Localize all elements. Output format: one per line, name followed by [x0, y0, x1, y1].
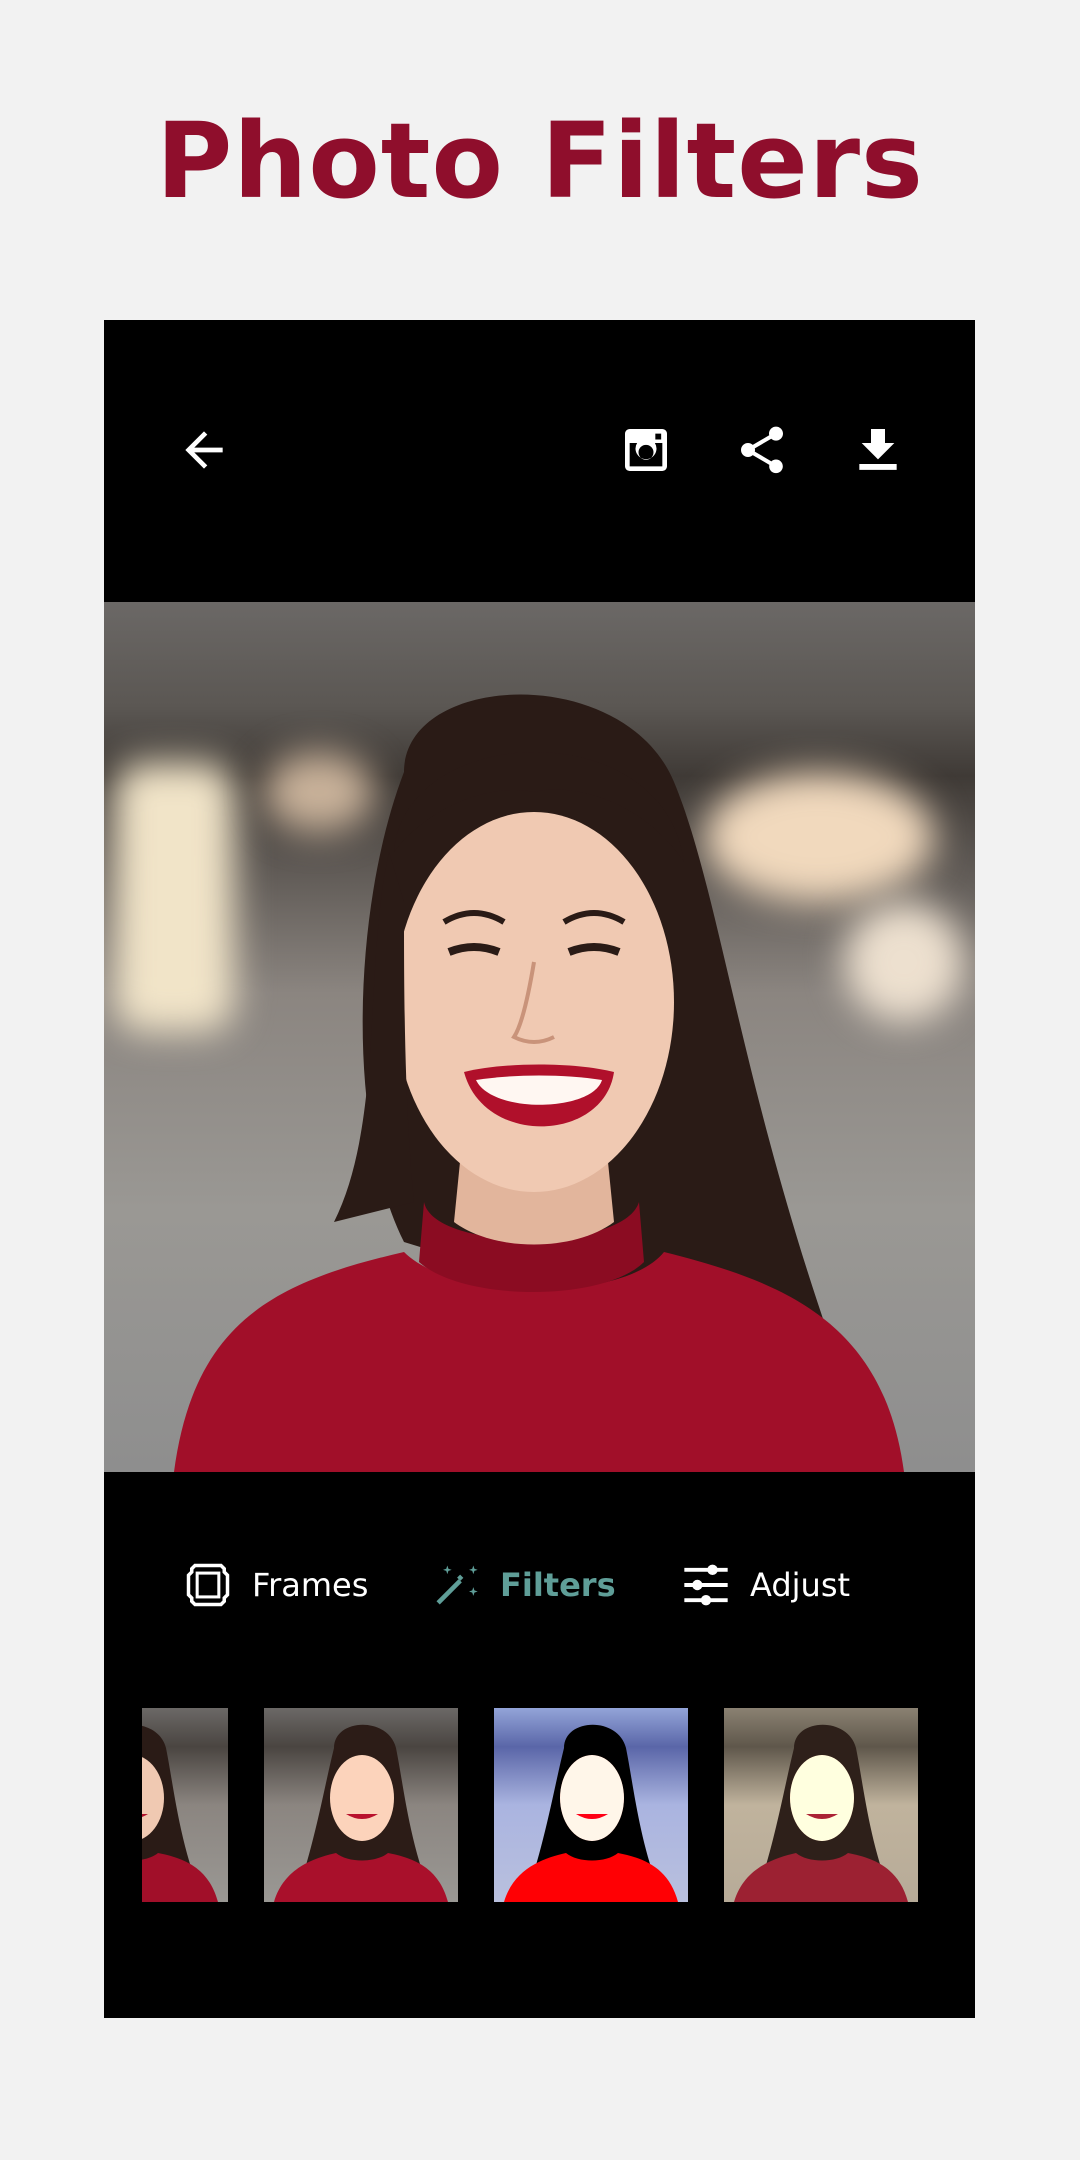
filter-thumbnail[interactable]	[724, 1708, 918, 1902]
sliders-icon	[684, 1564, 728, 1606]
instagram-button[interactable]	[610, 414, 682, 486]
magic-wand-icon	[436, 1565, 478, 1605]
filter-thumbnail-image	[504, 1724, 678, 1902]
share-button[interactable]	[726, 414, 798, 486]
share-icon	[741, 426, 783, 474]
frame-icon	[186, 1563, 230, 1607]
tab-filters-label: Filters	[500, 1566, 616, 1604]
tab-adjust[interactable]: Adjust	[680, 1530, 850, 1640]
main-photo[interactable]	[104, 602, 975, 1472]
filter-thumbnail-image	[734, 1724, 908, 1902]
tab-frames-label: Frames	[252, 1566, 369, 1604]
filter-thumbnail-strip	[104, 1708, 975, 1904]
instagram-icon	[625, 429, 667, 471]
back-button[interactable]	[168, 414, 240, 486]
filter-thumbnail[interactable]	[142, 1708, 228, 1902]
download-icon	[859, 429, 897, 470]
filter-thumbnail[interactable]	[264, 1708, 458, 1902]
filter-thumbnail[interactable]	[494, 1708, 688, 1902]
tab-adjust-label: Adjust	[750, 1566, 851, 1604]
filter-thumbnail-image	[142, 1725, 218, 1902]
tab-filters[interactable]: Filters	[430, 1530, 616, 1640]
portrait-subject	[174, 694, 904, 1472]
arrow-left-icon	[185, 431, 223, 469]
download-button[interactable]	[842, 414, 914, 486]
page-title: Photo Filters	[156, 100, 924, 222]
top-toolbar	[104, 320, 975, 602]
filter-thumbnail-image	[274, 1724, 448, 1902]
page: Photo Filters Frames Filters Adjust	[0, 0, 1080, 2160]
tab-frames[interactable]: Frames	[182, 1530, 368, 1640]
tool-tabs: Frames Filters Adjust	[104, 1530, 975, 1640]
app-screen: Frames Filters Adjust	[104, 320, 975, 2018]
